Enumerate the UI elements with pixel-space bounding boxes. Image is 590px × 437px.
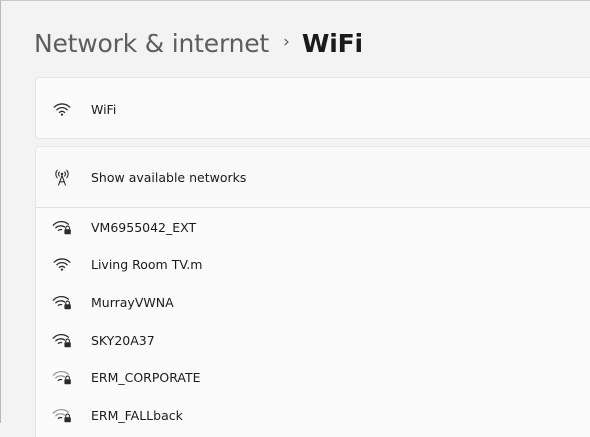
- network-name: ERM_CORPORATE: [91, 369, 201, 385]
- network-name: ERM_FALLback: [91, 407, 183, 423]
- antenna-icon: [51, 167, 73, 187]
- network-item[interactable]: ERM_CORPORATE: [51, 365, 201, 389]
- network-name: VM6955042_EXT: [91, 219, 197, 235]
- wifi-secured-icon: [51, 292, 73, 312]
- network-name: Living Room TV.m: [91, 256, 203, 272]
- show-networks-row[interactable]: Show available networks: [51, 165, 246, 189]
- network-item[interactable]: ERM_FALLback: [51, 403, 183, 427]
- breadcrumb-parent[interactable]: Network & internet: [34, 29, 269, 58]
- show-networks-label: Show available networks: [91, 169, 247, 185]
- breadcrumb: Network & internet › WiFi: [34, 25, 363, 61]
- wifi-secured-icon: [51, 330, 73, 350]
- network-name: SKY20A37: [91, 332, 155, 348]
- wifi-toggle-card[interactable]: WiFi: [35, 77, 590, 139]
- wifi-icon: [51, 254, 73, 274]
- wifi-secured-icon: [51, 367, 73, 387]
- network-item[interactable]: MurrayVWNA: [51, 290, 174, 314]
- network-item[interactable]: Living Room TV.m: [51, 252, 202, 276]
- wifi-label: WiFi: [91, 101, 117, 117]
- page-title: WiFi: [301, 28, 363, 58]
- network-item[interactable]: SKY20A37: [51, 328, 155, 352]
- wifi-secured-icon: [51, 217, 73, 237]
- breadcrumb-separator: ›: [283, 32, 290, 52]
- available-networks-list: VM6955042_EXT Living Room TV.m MurrayVWN…: [35, 207, 590, 437]
- network-name: MurrayVWNA: [91, 294, 174, 310]
- wifi-icon: [51, 99, 73, 119]
- network-item[interactable]: VM6955042_EXT: [51, 215, 196, 239]
- wifi-row[interactable]: WiFi: [51, 97, 116, 121]
- show-networks-expander[interactable]: Show available networks: [35, 146, 590, 208]
- settings-window: Network & internet › WiFi WiFi Show avai…: [0, 0, 590, 437]
- wifi-secured-icon: [51, 405, 73, 425]
